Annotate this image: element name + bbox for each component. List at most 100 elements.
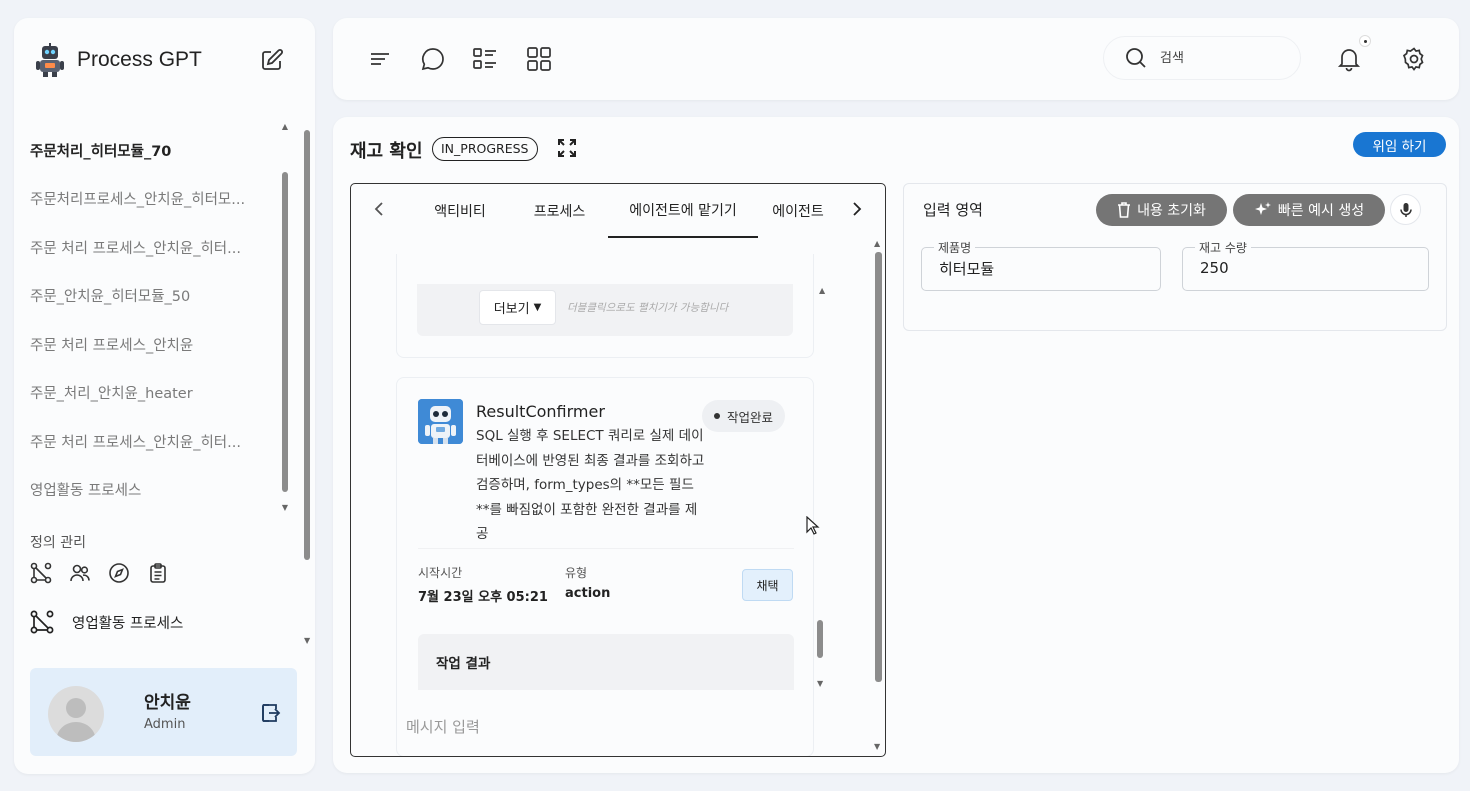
chat-bubble-icon[interactable]: [420, 46, 446, 72]
task-result-title: 작업 결과: [436, 656, 491, 672]
type-value: action: [565, 586, 611, 601]
status-chip: 작업완료: [702, 400, 786, 432]
scroll-down-icon[interactable]: ▼: [280, 503, 290, 512]
tab-agent[interactable]: 에이전트: [758, 184, 838, 238]
reset-content-button[interactable]: 내용 초기화: [1096, 194, 1227, 226]
bell-icon[interactable]: [1336, 46, 1362, 72]
more-button[interactable]: 더보기 ▼: [479, 290, 556, 325]
grid-icon[interactable]: [526, 46, 552, 72]
tab-bar: 액티비티 프로세스 에이전트에 맡기기 에이전트: [409, 184, 838, 238]
menu-lines-icon[interactable]: [367, 46, 393, 72]
sidebar-scroll-down-icon[interactable]: ▼: [304, 636, 310, 645]
edit-icon[interactable]: [260, 48, 284, 72]
microphone-icon: [1399, 202, 1412, 217]
agent-result-card: ResultConfirmer SQL 실행 후 SELECT 쿼리로 실제 데…: [396, 377, 814, 756]
chevron-right-icon[interactable]: [849, 199, 865, 219]
agent-description: SQL 실행 후 SELECT 쿼리로 실제 데이터베이스에 반영된 최종 결과…: [476, 428, 705, 542]
user-card[interactable]: 안치윤 Admin: [30, 668, 297, 756]
task-result-section[interactable]: 작업 결과: [418, 634, 794, 690]
agent-panel: 액티비티 프로세스 에이전트에 맡기기 에이전트 ▲ ▼ 더보기 ▼ 더블클릭으로도 …: [350, 183, 886, 757]
search-box[interactable]: [1103, 36, 1301, 80]
tab-process[interactable]: 프로세스: [511, 184, 608, 238]
stock-quantity-label: 재고 수량: [1195, 239, 1251, 256]
more-button-label: 더보기: [493, 302, 530, 317]
robot-logo-icon: [36, 43, 64, 77]
sidebar: Process GPT 주문처리_히터모듈_70 주문처리프로세스_안치윤_히터모…: [14, 18, 315, 774]
sidebar-process-item[interactable]: 주문 처리 프로세스_안치윤: [30, 320, 270, 369]
tab-delegate-agent[interactable]: 에이전트에 맡기기: [608, 184, 758, 238]
status-chip-label: 작업완료: [727, 409, 774, 425]
sidebar-scrollbar[interactable]: [302, 130, 312, 650]
inner-scroll-thumb[interactable]: [817, 620, 823, 658]
compass-icon[interactable]: [108, 562, 130, 584]
sidebar-process-item[interactable]: 주문 처리 프로세스_안치윤_히터...: [30, 417, 270, 466]
quick-example-label: 빠른 예시 생성: [1277, 203, 1365, 219]
tab-activity[interactable]: 액티비티: [409, 184, 511, 238]
gear-icon[interactable]: [1401, 46, 1427, 72]
users-icon[interactable]: [69, 562, 91, 584]
search-icon: [1126, 48, 1146, 68]
clipboard-icon[interactable]: [147, 562, 169, 584]
sparkle-icon: [1254, 202, 1271, 215]
delegate-button[interactable]: 위임 하기: [1353, 132, 1446, 157]
top-bar: [333, 18, 1459, 100]
panel-scroll-up-icon[interactable]: ▲: [874, 239, 880, 248]
chevron-left-icon[interactable]: [371, 199, 387, 219]
panel-scroll-thumb[interactable]: [875, 252, 882, 682]
process-list-scrollbar[interactable]: ▲ ▼: [280, 122, 290, 512]
adopt-button[interactable]: 채택: [742, 569, 793, 601]
app-title: Process GPT: [77, 48, 202, 71]
user-role: Admin: [144, 717, 186, 732]
message-input[interactable]: [406, 714, 846, 740]
input-area-title: 입력 영역: [923, 201, 983, 219]
definition-title: 정의 관리: [30, 535, 86, 551]
page-title: 재고 확인: [350, 141, 423, 162]
previous-agent-card: 더보기 ▼ 더블클릭으로도 펼치기가 가능합니다: [396, 254, 814, 358]
microphone-button[interactable]: [1390, 194, 1421, 225]
previous-card-footer: 더보기 ▼ 더블클릭으로도 펼치기가 가능합니다: [417, 284, 793, 336]
process-graph-icon: [30, 610, 54, 634]
sidebar-process-item[interactable]: 영업활동 프로세스: [30, 466, 270, 515]
avatar: [48, 686, 104, 742]
status-dot: [714, 413, 720, 419]
logout-icon[interactable]: [260, 702, 282, 724]
stock-quantity-field[interactable]: 재고 수량: [1182, 239, 1429, 291]
panel-scroll-down-icon[interactable]: ▼: [874, 742, 880, 751]
agent-name: ResultConfirmer: [476, 402, 605, 421]
search-input[interactable]: [1160, 50, 1280, 66]
process-graph-icon[interactable]: [30, 562, 52, 584]
sidebar-process-item[interactable]: 주문_처리_안치윤_heater: [30, 369, 270, 418]
stock-quantity-input[interactable]: [1200, 259, 1390, 277]
type-label: 유형: [565, 566, 588, 580]
user-name: 안치윤: [144, 693, 191, 713]
list-icon[interactable]: [472, 46, 498, 72]
caret-down-icon: ▼: [533, 302, 542, 313]
fullscreen-icon[interactable]: [557, 138, 577, 158]
definition-icons: [30, 562, 169, 584]
more-hint: 더블클릭으로도 펼치기가 가능합니다: [567, 302, 729, 314]
sidebar-process-item[interactable]: 주문처리_히터모듈_70: [30, 126, 270, 175]
divider: [418, 548, 794, 549]
sidebar-process-item[interactable]: 주문 처리 프로세스_안치윤_히터...: [30, 223, 270, 272]
status-badge: IN_PROGRESS: [432, 137, 538, 161]
logo[interactable]: Process GPT: [32, 42, 202, 78]
agent-avatar: [418, 399, 463, 444]
scroll-thumb[interactable]: [282, 172, 288, 492]
inner-scroll-down-icon[interactable]: ▼: [817, 679, 823, 688]
start-time-value: 7월 23일 오후 05:21: [418, 590, 548, 605]
sidebar-process-item[interactable]: 주문처리프로세스_안치윤_히터모...: [30, 175, 270, 224]
mouse-cursor-icon: [806, 516, 820, 535]
input-area-panel: 입력 영역 내용 초기화 빠른 예시 생성 제품명 재고 수량: [903, 183, 1447, 331]
reset-content-label: 내용 초기화: [1137, 203, 1206, 219]
process-list: 주문처리_히터모듈_70 주문처리프로세스_안치윤_히터모... 주문 처리 프로세…: [30, 126, 270, 514]
definition-process-item[interactable]: 영업활동 프로세스: [30, 610, 183, 634]
scroll-up-icon[interactable]: ▲: [280, 122, 290, 131]
quick-example-button[interactable]: 빠른 예시 생성: [1233, 194, 1385, 226]
product-name-field[interactable]: 제품명: [921, 239, 1161, 291]
inner-scroll-up-icon[interactable]: ▲: [819, 286, 825, 295]
product-name-input[interactable]: [939, 259, 1129, 277]
product-name-label: 제품명: [934, 239, 976, 256]
sidebar-scroll-thumb[interactable]: [304, 130, 310, 560]
main-panel: 재고 확인 IN_PROGRESS 위임 하기 액티비티 프로세스 에이전트에 맡기…: [333, 117, 1459, 773]
sidebar-process-item[interactable]: 주문_안치윤_히터모듈_50: [30, 272, 270, 321]
